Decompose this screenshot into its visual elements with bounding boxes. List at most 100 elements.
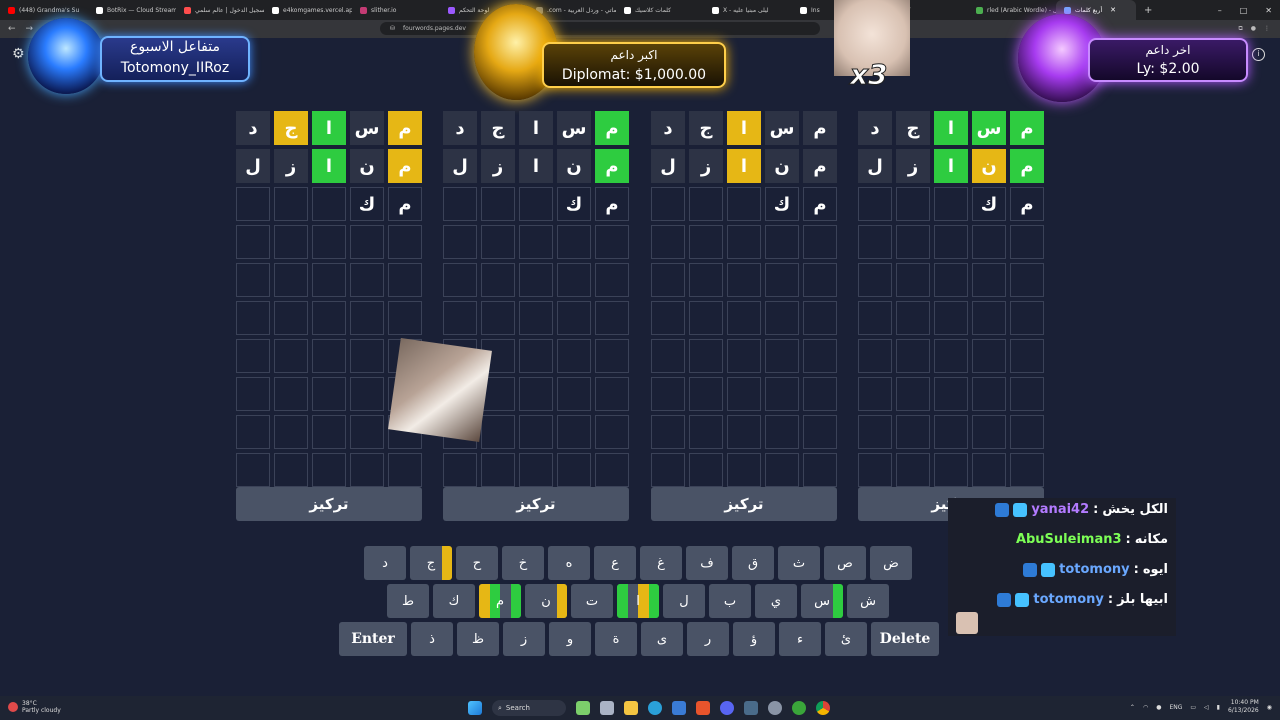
language-indicator[interactable]: ENG <box>1169 704 1182 711</box>
key-ج[interactable]: ج <box>410 546 452 580</box>
letter-cell <box>727 453 761 487</box>
key-ئ[interactable]: ئ <box>825 622 867 656</box>
tab-close-icon[interactable]: ✕ <box>1110 6 1116 14</box>
key-ا[interactable]: ا <box>617 584 659 618</box>
key-ل[interactable]: ل <box>663 584 705 618</box>
key-label: ص <box>837 555 853 571</box>
letter-cell: ن <box>972 149 1006 183</box>
browser-tab[interactable]: كلمات كلاسيك <box>616 0 704 20</box>
focus-button[interactable]: تركيز <box>236 487 422 521</box>
taskbar-search[interactable]: ⌕ Search <box>492 700 566 716</box>
maximize-icon[interactable]: □ <box>1240 6 1248 15</box>
key-خ[interactable]: خ <box>502 546 544 580</box>
key-ث[interactable]: ث <box>778 546 820 580</box>
letter-cell: ج <box>274 111 308 145</box>
key-ة[interactable]: ة <box>595 622 637 656</box>
letter-cell: ك <box>557 187 591 221</box>
key-ز[interactable]: ز <box>503 622 545 656</box>
letter-cell: ل <box>236 149 270 183</box>
key-ن[interactable]: ن <box>525 584 567 618</box>
steam-icon[interactable] <box>744 701 758 715</box>
key-ض[interactable]: ض <box>870 546 912 580</box>
menu-icon[interactable]: ⋮ <box>1264 25 1270 33</box>
notification-icon[interactable]: ◉ <box>1267 704 1272 711</box>
discord-icon[interactable] <box>720 701 734 715</box>
key-ي[interactable]: ي <box>755 584 797 618</box>
extensions-icon[interactable]: ⧉ <box>1238 25 1242 33</box>
forward-icon[interactable]: → <box>26 24 34 34</box>
browser-tab[interactable]: slither.io <box>352 0 440 20</box>
key-ء[interactable]: ء <box>779 622 821 656</box>
weather-widget[interactable]: 38°C Partly cloudy <box>8 700 61 714</box>
wifi-icon[interactable]: ◠ <box>1143 704 1148 711</box>
letter-cell <box>274 415 308 449</box>
volume-icon[interactable]: ◁ <box>1204 704 1209 711</box>
battery-icon[interactable]: ▮ <box>1217 704 1220 711</box>
profile-icon[interactable]: ● <box>1251 25 1256 33</box>
letter-cell <box>1010 225 1044 259</box>
windows-start-icon[interactable] <box>468 701 482 715</box>
letter-cell <box>972 453 1006 487</box>
key-م[interactable]: م <box>479 584 521 618</box>
copilot-icon[interactable] <box>576 701 590 715</box>
key-ب[interactable]: ب <box>709 584 751 618</box>
letter-cell <box>519 377 553 411</box>
key-Enter[interactable]: Enter <box>339 622 407 656</box>
letter-cell <box>689 301 723 335</box>
key-ك[interactable]: ك <box>433 584 475 618</box>
xbox-icon[interactable] <box>792 701 806 715</box>
tray-chevron-icon[interactable]: ⌃ <box>1130 704 1135 711</box>
network-icon[interactable]: ▭ <box>1190 704 1196 711</box>
browser-tab[interactable]: تسجيل الدخول | عالم سلمي <box>176 0 264 20</box>
key-ع[interactable]: ع <box>594 546 636 580</box>
browser-tab[interactable]: BotRix — Cloud Streaming <box>88 0 176 20</box>
key-ق[interactable]: ق <box>732 546 774 580</box>
edge-icon[interactable] <box>648 701 662 715</box>
key-ظ[interactable]: ظ <box>457 622 499 656</box>
key-ش[interactable]: ش <box>847 584 889 618</box>
letter-cell <box>388 301 422 335</box>
key-label: Enter <box>351 631 395 647</box>
task-view-icon[interactable] <box>600 701 614 715</box>
site-info-icon[interactable]: ⛁ <box>390 25 395 32</box>
store-icon[interactable] <box>672 701 686 715</box>
key-ط[interactable]: ط <box>387 584 429 618</box>
letter-cell <box>896 263 930 297</box>
browser-tab[interactable]: X - ليلى مبنيا عليه <box>704 0 792 20</box>
file-explorer-icon[interactable] <box>624 701 638 715</box>
key-ح[interactable]: ح <box>456 546 498 580</box>
url-field[interactable]: ⛁ fourwords.pages.dev <box>380 22 820 35</box>
board-row <box>651 415 837 449</box>
key-و[interactable]: و <box>549 622 591 656</box>
info-icon[interactable]: i <box>1252 48 1265 61</box>
minimize-icon[interactable]: – <box>1218 6 1222 15</box>
key-ص[interactable]: ص <box>824 546 866 580</box>
key-ى[interactable]: ى <box>641 622 683 656</box>
key-د[interactable]: د <box>364 546 406 580</box>
letter-cell: ا <box>519 111 553 145</box>
key-ه[interactable]: ه <box>548 546 590 580</box>
key-ت[interactable]: ت <box>571 584 613 618</box>
letter-cell: ا <box>934 111 968 145</box>
key-ؤ[interactable]: ؤ <box>733 622 775 656</box>
key-ف[interactable]: ف <box>686 546 728 580</box>
brave-icon[interactable] <box>696 701 710 715</box>
key-ذ[interactable]: ذ <box>411 622 453 656</box>
browser-tab[interactable]: e4komgames.vercel.app/ga <box>264 0 352 20</box>
new-tab-button[interactable]: + <box>1136 0 1160 20</box>
focus-button[interactable]: تركيز <box>651 487 837 521</box>
browser-tab[interactable]: (448) Grandma's Su <box>0 0 88 20</box>
settings-gear-icon[interactable]: ⚙ <box>12 46 25 62</box>
key-ر[interactable]: ر <box>687 622 729 656</box>
system-clock[interactable]: 10:40 PM 6/13/2026 <box>1228 699 1259 715</box>
back-icon[interactable]: ← <box>8 24 16 34</box>
focus-button[interactable]: تركيز <box>443 487 629 521</box>
close-icon[interactable]: ✕ <box>1265 6 1272 15</box>
settings-app-icon[interactable] <box>768 701 782 715</box>
key-س[interactable]: س <box>801 584 843 618</box>
mic-icon[interactable]: ● <box>1156 704 1161 711</box>
key-Delete[interactable]: Delete <box>871 622 939 656</box>
window-controls: – □ ✕ <box>1218 0 1272 20</box>
key-غ[interactable]: غ <box>640 546 682 580</box>
chrome-icon[interactable] <box>816 701 830 715</box>
